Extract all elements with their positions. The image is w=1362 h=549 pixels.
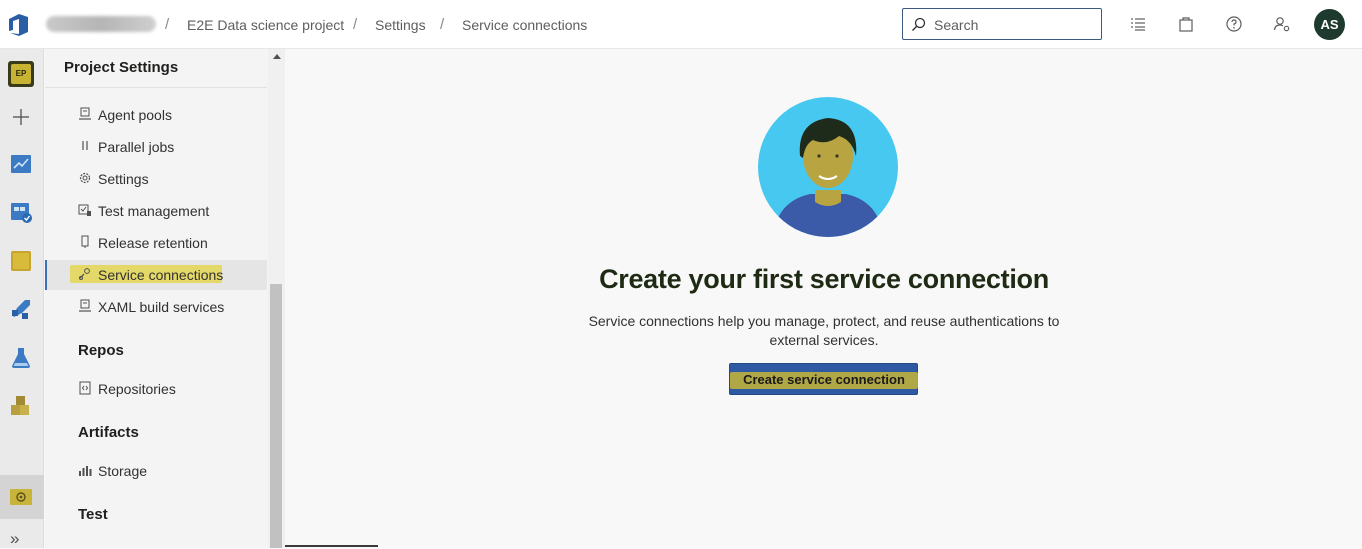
- user-avatar[interactable]: AS: [1314, 9, 1345, 40]
- settings-item-test-management[interactable]: Test management: [45, 196, 267, 226]
- empty-state-description: Service connections help you manage, pro…: [588, 313, 1060, 348]
- overview-icon[interactable]: [8, 151, 34, 177]
- settings-item-label: Agent pools: [98, 107, 172, 123]
- gear-icon: [79, 172, 91, 184]
- settings-item-settings[interactable]: Settings: [45, 164, 267, 194]
- settings-item-storage[interactable]: Storage: [45, 456, 267, 486]
- panel-title: Project Settings: [64, 59, 179, 76]
- settings-item-release-retention[interactable]: Release retention: [45, 228, 267, 258]
- boards-icon[interactable]: [8, 199, 34, 225]
- breadcrumb-separator: /: [353, 16, 358, 33]
- project-settings-panel: Project Settings Agent pools Parallel jo…: [45, 49, 285, 548]
- settings-item-agent-pools[interactable]: Agent pools: [45, 100, 267, 130]
- settings-item-label: Repositories: [98, 381, 176, 397]
- repositories-icon: [79, 381, 91, 395]
- settings-item-label: Service connections: [98, 267, 224, 283]
- search-input[interactable]: [934, 15, 1094, 35]
- breadcrumb-settings[interactable]: Settings: [375, 17, 426, 33]
- settings-item-repositories[interactable]: Repositories: [45, 374, 267, 404]
- project-badge-icon[interactable]: EP: [8, 61, 34, 87]
- task-list-icon[interactable]: [1128, 14, 1148, 34]
- plus-icon[interactable]: [8, 104, 34, 130]
- azure-devops-logo-icon[interactable]: [6, 12, 32, 38]
- main-content: Create your first service connection Ser…: [286, 49, 1362, 548]
- search-icon: [912, 17, 926, 31]
- service-connections-icon: [79, 268, 90, 280]
- settings-item-label: Test management: [98, 203, 210, 219]
- settings-item-xaml-build-services[interactable]: XAML build services: [45, 292, 267, 322]
- xaml-build-icon: [79, 299, 91, 312]
- panel-divider: [45, 87, 267, 88]
- create-service-connection-button[interactable]: Create service connection: [729, 363, 918, 395]
- scroll-up-arrow-icon[interactable]: [273, 54, 281, 59]
- group-title-artifacts: Artifacts: [78, 424, 139, 441]
- organization-name-redacted[interactable]: [46, 16, 156, 32]
- group-title-repos: Repos: [78, 342, 124, 359]
- user-settings-icon[interactable]: [1272, 14, 1292, 34]
- top-bar: / E2E Data science project / Settings / …: [0, 0, 1362, 49]
- settings-item-service-connections[interactable]: Service connections: [45, 260, 267, 290]
- search-box[interactable]: [902, 8, 1102, 40]
- settings-item-label: XAML build services: [98, 299, 225, 315]
- settings-item-label: Parallel jobs: [98, 139, 175, 155]
- repos-icon[interactable]: [8, 248, 34, 274]
- test-management-icon: [78, 204, 91, 216]
- empty-state-headline: Create your first service connection: [599, 264, 1049, 294]
- settings-item-label: Release retention: [98, 235, 208, 251]
- project-badge: EP: [11, 64, 31, 84]
- create-service-connection-label: Create service connection: [743, 372, 905, 387]
- artifacts-icon[interactable]: [8, 393, 34, 419]
- bottom-edge-line: [285, 545, 378, 547]
- test-plans-icon[interactable]: [8, 345, 34, 371]
- breadcrumb-project[interactable]: E2E Data science project: [187, 17, 344, 33]
- marketplace-bag-icon[interactable]: [1176, 14, 1196, 34]
- parallel-jobs-icon: [82, 141, 88, 150]
- group-title-test: Test: [78, 506, 108, 523]
- empty-state-person-illustration: [758, 97, 898, 237]
- breadcrumb-separator: /: [440, 16, 445, 33]
- left-icon-nav: EP »: [0, 49, 44, 548]
- project-settings-gear-icon[interactable]: [8, 483, 34, 509]
- storage-icon: [79, 466, 92, 476]
- agent-pools-icon: [79, 107, 91, 120]
- settings-item-label: Storage: [98, 463, 148, 479]
- help-icon[interactable]: [1224, 14, 1244, 34]
- scrollbar-thumb[interactable]: [270, 284, 282, 548]
- pipelines-icon[interactable]: [8, 296, 34, 322]
- breadcrumb-separator: /: [165, 16, 170, 33]
- release-retention-icon: [81, 235, 89, 248]
- settings-item-parallel-jobs[interactable]: Parallel jobs: [45, 132, 267, 162]
- expand-nav-chevron-icon[interactable]: »: [10, 529, 19, 549]
- breadcrumb-current[interactable]: Service connections: [462, 17, 587, 33]
- settings-item-label: Settings: [98, 171, 149, 187]
